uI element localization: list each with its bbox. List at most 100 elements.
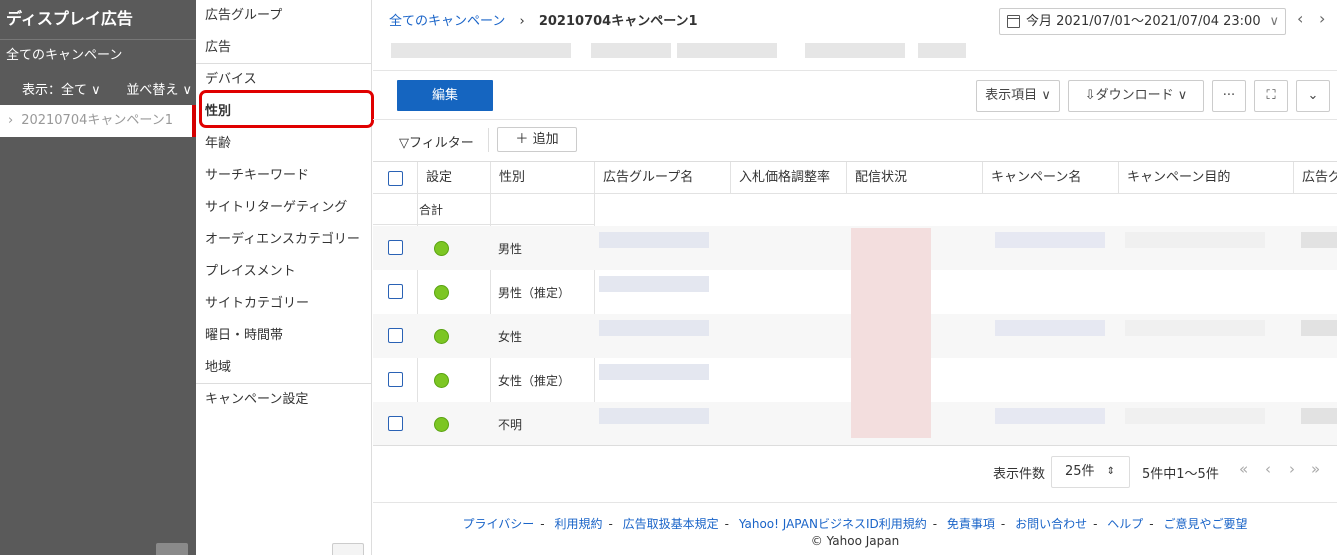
blurred-cell xyxy=(599,232,709,248)
collapse-menu-button[interactable] xyxy=(332,543,364,555)
status-active-icon[interactable] xyxy=(434,329,449,344)
pagination: 表示件数 25件 ⇕ 5件中1〜5件 « ‹ › » xyxy=(373,445,1337,503)
data-table: 設定 性別 広告グループ名 入札価格調整率 配信状況 キャンペーン名 キャンペー… xyxy=(373,161,1337,446)
next-period-icon[interactable]: › xyxy=(1319,9,1325,28)
sort-label: 並べ替え xyxy=(126,82,179,98)
blurred-info xyxy=(391,43,571,58)
report-menu: 広告グループ 広告 デバイス 性別 年齢 サーチキーワード サイトリターゲティン… xyxy=(196,0,372,555)
footer-link-feedback[interactable]: ご意見やご要望 xyxy=(1163,517,1247,531)
separator: - xyxy=(540,517,545,531)
row-checkbox[interactable] xyxy=(388,284,403,299)
footer-link-disclaimer[interactable]: 免責事項 xyxy=(947,517,995,531)
edit-button[interactable]: 編集 xyxy=(397,80,493,111)
menu-item-audience-category[interactable]: オーディエンスカテゴリー xyxy=(196,224,371,256)
menu-item-age[interactable]: 年齢 xyxy=(196,128,371,160)
columns-label: 表示項目 xyxy=(985,88,1038,103)
download-icon: ⇩ xyxy=(1084,88,1096,103)
blurred-cell xyxy=(1125,320,1265,336)
footer-link-privacy[interactable]: プライバシー xyxy=(463,517,535,531)
chevron-down-icon: ∨ xyxy=(91,82,101,98)
blurred-cell xyxy=(599,408,709,424)
collapse-sidebar-button[interactable] xyxy=(156,543,188,555)
footer-link-contact[interactable]: お問い合わせ xyxy=(1015,517,1087,531)
prev-page-icon[interactable]: ‹ xyxy=(1265,460,1271,478)
select-all-checkbox[interactable] xyxy=(388,171,403,186)
all-campaigns-link[interactable]: 全てのキャンペーン xyxy=(0,40,196,72)
menu-item-ad[interactable]: 広告 xyxy=(196,32,371,64)
column-header[interactable]: キャンペーン名 xyxy=(982,162,1118,194)
columns-button[interactable]: 表示項目 ∨ xyxy=(976,80,1060,112)
filter-icon: ▽ xyxy=(399,136,409,151)
row-checkbox[interactable] xyxy=(388,328,403,343)
footer-link-help[interactable]: ヘルプ xyxy=(1107,517,1143,531)
add-filter-button[interactable]: ＋ 追加 xyxy=(497,127,577,152)
display-filter-dropdown[interactable]: 表示：全て ∨ xyxy=(22,79,101,98)
breadcrumb-current: 20210704キャンペーン1 xyxy=(538,14,698,29)
menu-item-search-keyword[interactable]: サーチキーワード xyxy=(196,160,371,192)
blurred-info xyxy=(677,43,777,58)
breadcrumb-root[interactable]: 全てのキャンペーン xyxy=(389,14,505,29)
status-active-icon[interactable] xyxy=(434,241,449,256)
column-header[interactable]: 広告グループ名 xyxy=(594,162,730,194)
column-header[interactable]: キャンペーン目的 xyxy=(1118,162,1293,194)
breadcrumb: 全てのキャンペーン › 20210704キャンペーン1 xyxy=(389,10,698,29)
column-header[interactable]: 設定 xyxy=(417,162,490,194)
first-page-icon[interactable]: « xyxy=(1239,460,1248,478)
status-active-icon[interactable] xyxy=(434,373,449,388)
column-header[interactable]: 性別 xyxy=(490,162,594,194)
menu-item-ad-group[interactable]: 広告グループ xyxy=(196,0,371,32)
toolbar: 編集 表示項目 ∨ ⇩ダウンロード ∨ ··· ⛶ ⌄ xyxy=(373,70,1337,120)
column-header[interactable]: 入札価格調整率 xyxy=(730,162,846,194)
column-header[interactable]: 配信状況 xyxy=(846,162,982,194)
page-size-select[interactable]: 25件 ⇕ xyxy=(1051,456,1130,488)
blurred-cell xyxy=(1301,320,1337,336)
separator: - xyxy=(608,517,613,531)
main-content: 全てのキャンペーン › 20210704キャンペーン1 今月 2021/07/0… xyxy=(373,0,1337,555)
gender-cell: 男性 xyxy=(498,242,523,256)
page-size-value: 25件 xyxy=(1065,464,1095,479)
gender-cell: 女性 xyxy=(498,330,523,344)
filter-button[interactable]: ▽フィルター xyxy=(399,132,474,151)
blurred-cell xyxy=(1301,408,1337,424)
footer-link-business-id[interactable]: Yahoo! JAPANビジネスID利用規約 xyxy=(739,517,927,531)
sidebar-controls: 表示：全て ∨ 並べ替え ∨ xyxy=(0,72,196,104)
last-page-icon[interactable]: » xyxy=(1311,460,1320,478)
chevron-down-icon: ∨ xyxy=(1269,14,1279,29)
status-active-icon[interactable] xyxy=(434,417,449,432)
blurred-cell xyxy=(1125,408,1265,424)
footer-link-terms[interactable]: 利用規約 xyxy=(554,517,602,531)
footer-link-ad-terms[interactable]: 広告取扱基本規定 xyxy=(623,517,719,531)
filter-label: フィルター xyxy=(409,136,474,151)
status-active-icon[interactable] xyxy=(434,285,449,300)
double-chevron-down-icon[interactable]: ⌄ xyxy=(1296,80,1330,112)
sort-dropdown[interactable]: 並べ替え ∨ xyxy=(126,79,192,98)
row-checkbox[interactable] xyxy=(388,240,403,255)
separator: - xyxy=(1149,517,1154,531)
total-label: 合計 xyxy=(419,203,444,217)
menu-item-placement[interactable]: プレイスメント xyxy=(196,256,371,288)
column-header[interactable]: 広告グル xyxy=(1293,162,1337,194)
menu-item-site-category[interactable]: サイトカテゴリー xyxy=(196,288,371,320)
fullscreen-icon[interactable]: ⛶ xyxy=(1254,80,1288,112)
add-filter-label: 追加 xyxy=(532,132,559,147)
blurred-info xyxy=(918,43,966,58)
chevron-right-icon: › xyxy=(8,113,14,128)
footer-links: プライバシー - 利用規約 - 広告取扱基本規定 - Yahoo! JAPANビジネス… xyxy=(373,515,1337,532)
more-button[interactable]: ··· xyxy=(1212,80,1246,112)
menu-item-campaign-settings[interactable]: キャンペーン設定 xyxy=(196,384,371,416)
date-range-picker[interactable]: 今月 2021/07/01〜2021/07/04 23:00 ∨ xyxy=(999,8,1286,35)
download-button[interactable]: ⇩ダウンロード ∨ xyxy=(1068,80,1204,112)
separator: - xyxy=(1093,517,1098,531)
row-checkbox[interactable] xyxy=(388,416,403,431)
sidebar-item-campaign[interactable]: › 20210704キャンペーン1 xyxy=(0,105,196,137)
campaign-item-label: 20210704キャンペーン1 xyxy=(21,113,173,128)
next-page-icon[interactable]: › xyxy=(1289,460,1295,478)
menu-item-site-retargeting[interactable]: サイトリターゲティング xyxy=(196,192,371,224)
menu-item-region[interactable]: 地域 xyxy=(196,352,371,384)
result-count: 5件中1〜5件 xyxy=(1142,467,1219,482)
row-checkbox[interactable] xyxy=(388,372,403,387)
menu-item-day-time[interactable]: 曜日・時間帯 xyxy=(196,320,371,352)
prev-period-icon[interactable]: ‹ xyxy=(1297,9,1303,28)
blurred-cell xyxy=(599,364,709,380)
separator: - xyxy=(724,517,729,531)
